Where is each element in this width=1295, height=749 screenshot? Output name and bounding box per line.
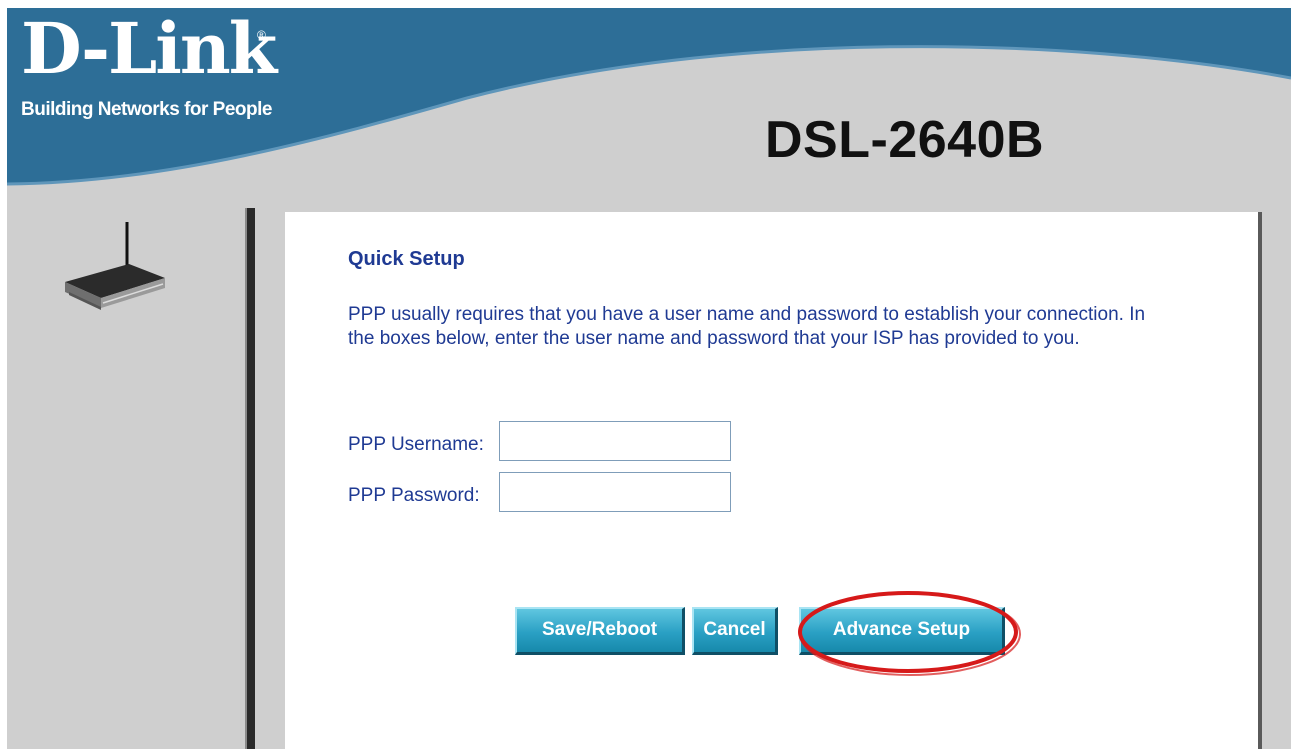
router-icon — [65, 222, 165, 310]
cancel-button[interactable]: Cancel — [692, 607, 778, 655]
right-margin-panel — [1263, 212, 1291, 749]
ppp-password-label: PPP Password: — [348, 485, 480, 506]
highlight-circle-annotation — [798, 591, 1021, 676]
page-frame: D-Link ® Building Networks for People DS… — [7, 8, 1291, 749]
ppp-username-input[interactable] — [499, 421, 731, 461]
save-reboot-button[interactable]: Save/Reboot — [515, 607, 685, 655]
header-banner: D-Link ® Building Networks for People DS… — [7, 8, 1291, 198]
registered-mark: ® — [257, 28, 266, 42]
sidebar-panel — [7, 198, 245, 749]
page-description: PPP usually requires that you have a use… — [348, 304, 1146, 349]
logo-tagline: Building Networks for People — [21, 99, 272, 120]
ppp-password-input[interactable] — [499, 472, 731, 512]
model-name: DSL-2640B — [765, 111, 1045, 169]
main-content: Quick Setup PPP usually requires that yo… — [285, 212, 1258, 749]
page-title: Quick Setup — [348, 248, 465, 270]
ppp-username-label: PPP Username: — [348, 434, 484, 455]
panel-divider — [245, 208, 255, 749]
dlink-logo: D-Link — [21, 8, 277, 90]
